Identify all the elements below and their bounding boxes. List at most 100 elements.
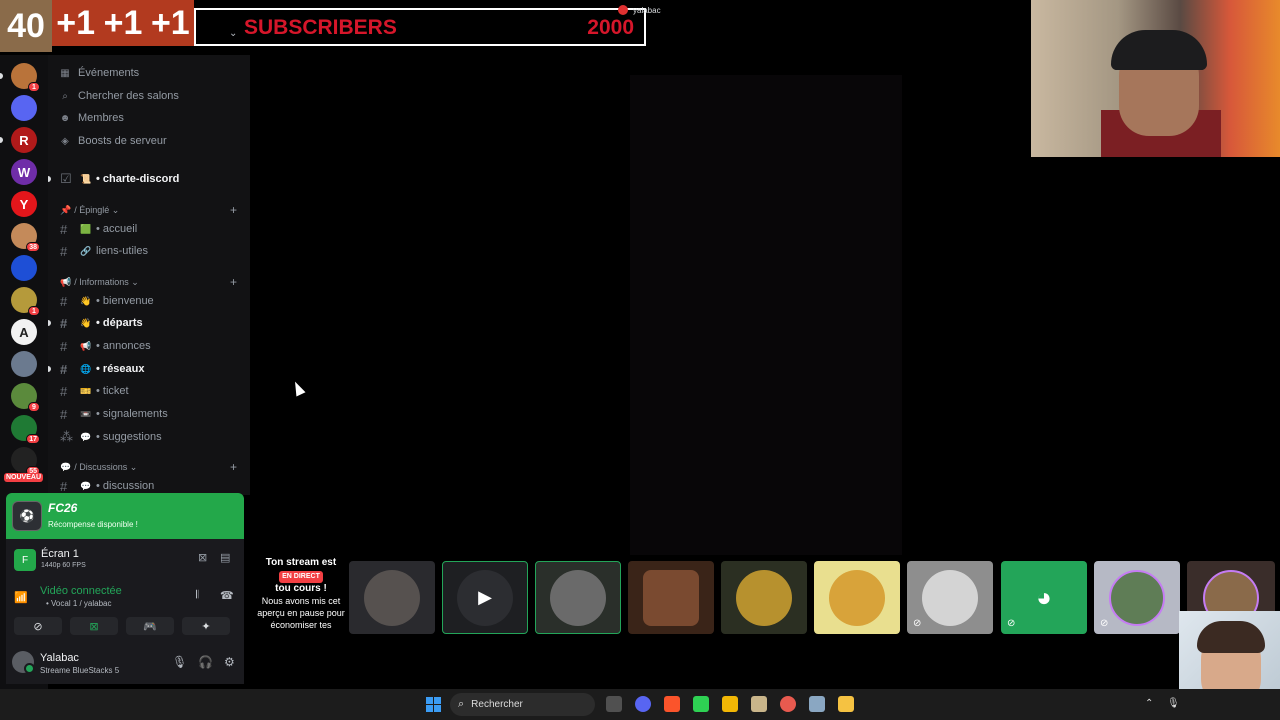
noise-suppression-icon[interactable]: 𝄃 (196, 589, 198, 602)
server-icon[interactable]: 1 (11, 287, 40, 316)
server-icon[interactable]: Y (11, 191, 37, 217)
subscribers-label: SUBSCRIBERS (244, 16, 397, 39)
server-icon[interactable] (11, 255, 37, 281)
subscriber-goal-box: ⌄ SUBSCRIBERS 2000 (194, 8, 646, 46)
gear-icon[interactable]: ⚙ (224, 655, 235, 669)
add-channel-icon[interactable]: + (230, 275, 237, 289)
add-channel-icon[interactable]: + (230, 203, 237, 217)
members-nav[interactable]: ☻ Membres (58, 109, 124, 127)
stop-stream-icon[interactable]: ⊠ (198, 551, 207, 564)
windows-taskbar: ⌕ Rechercher ⌃ 🎙 (0, 689, 1280, 720)
taskbar-search[interactable]: ⌕ Rechercher (450, 693, 595, 716)
activities-button[interactable]: 🎮 (126, 617, 174, 635)
category-informations[interactable]: 📢 / Informations ⌄ + (60, 275, 237, 289)
camera-off-icon: ⊘ (33, 620, 43, 633)
settings-taskbar-icon[interactable] (809, 696, 825, 712)
participant-tile[interactable] (721, 561, 807, 634)
stream-settings-icon[interactable]: ▤ (220, 551, 230, 564)
server-icon[interactable]: 17 (11, 415, 40, 444)
bluestacks-icon[interactable] (722, 696, 738, 712)
chevron-down-icon[interactable]: ⌄ (229, 28, 237, 39)
participant-tile[interactable]: ◕ ⊘ (1001, 561, 1087, 634)
file-explorer-icon[interactable] (838, 696, 854, 712)
channel-reseaux[interactable]: # 🌐 • réseaux (60, 360, 145, 378)
calendar-icon: ▦ (60, 67, 70, 79)
app-taskbar-icon[interactable] (780, 696, 796, 712)
members-icon: ☻ (59, 112, 71, 124)
soundboard-button[interactable]: ✦ (182, 617, 230, 635)
top-user-tag: yalabac (618, 5, 661, 15)
discord-taskbar-icon[interactable] (635, 696, 651, 712)
participant-tile[interactable] (814, 561, 900, 634)
server-icon[interactable]: W (11, 159, 37, 185)
stream-name: Écran 1 (41, 548, 79, 560)
server-icon[interactable]: R (11, 127, 37, 153)
brave-browser-icon[interactable] (664, 696, 680, 712)
windows-start-icon[interactable] (426, 697, 441, 712)
server-icon[interactable]: A (11, 319, 37, 345)
screen-share-button[interactable]: ⊠ (70, 617, 118, 635)
participant-tile[interactable]: ⊘ (907, 561, 993, 634)
microphone-icon[interactable]: 🎙 (1167, 698, 1180, 709)
server-icon[interactable]: 55 (11, 447, 40, 476)
chevron-down-icon: ⌄ (127, 461, 138, 472)
avatar (922, 569, 978, 626)
channel-departs[interactable]: # 👋 • départs (60, 314, 143, 332)
server-icon[interactable] (11, 95, 37, 121)
avatar (736, 569, 792, 626)
subscribers-count: 2000 (587, 16, 634, 39)
category-pinned[interactable]: 📌 / Épinglé ⌄ + (60, 203, 237, 217)
avatar (643, 569, 699, 626)
server-boosts-nav[interactable]: ◈ Boosts de serveur (58, 132, 167, 150)
channel-suggestions[interactable]: ⁂ 💬 • suggestions (60, 428, 162, 446)
participant-tile[interactable]: ⊘ (1094, 561, 1180, 634)
task-view-icon[interactable] (606, 696, 622, 712)
badge: 38 (26, 242, 40, 252)
add-channel-icon[interactable]: + (230, 460, 237, 474)
voice-status[interactable]: Vidéo connectée (40, 585, 122, 597)
participant-tile[interactable] (349, 561, 435, 634)
reward-promo-banner[interactable]: ⚽ FC26 Récompense disponible ! (6, 493, 244, 539)
participant-tile[interactable] (535, 561, 621, 634)
participant-tile[interactable]: ▶ (442, 561, 528, 634)
camera-off-button[interactable]: ⊘ (14, 617, 62, 635)
stream-preview-row[interactable]: F Écran 1 1440p 60 FPS ⊠ ▤ (14, 547, 234, 577)
soundboard-icon: ✦ (201, 620, 211, 633)
app-taskbar-icon[interactable] (693, 696, 709, 712)
channel-charte-discord[interactable]: ☑ 📜 • charte-discord (60, 170, 179, 188)
promo-subtitle: Récompense disponible ! (48, 520, 138, 529)
channel-signalements[interactable]: # 📼 • signalements (60, 405, 168, 423)
channel-liens-utiles[interactable]: # 🔗 liens-utiles (60, 242, 148, 260)
avatar (618, 5, 628, 15)
app-taskbar-icon[interactable] (751, 696, 767, 712)
search-icon: ⌕ (458, 698, 465, 710)
voice-channel[interactable]: • Vocal 1 / yalabac (46, 599, 112, 608)
emoji-icon: 📼 (80, 408, 92, 419)
search-icon: ⌕ (62, 90, 68, 102)
participant-tile[interactable] (628, 561, 714, 634)
channel-accueil[interactable]: # 🟩 • accueil (60, 220, 137, 238)
paused-preview-tile[interactable]: Ton stream est EN DIRECT tou cours ! Nou… (256, 557, 346, 635)
forum-icon: ⁂ (60, 429, 73, 444)
channel-ticket[interactable]: # 🎫 • ticket (60, 382, 129, 400)
server-icon[interactable]: 1 (11, 63, 40, 92)
badge: 1 (28, 306, 40, 316)
disconnect-icon[interactable]: ☎ (220, 589, 234, 602)
microphone-icon[interactable]: 🎙 (172, 655, 187, 669)
speech-bubble-icon: 💬 (60, 461, 72, 472)
headphones-icon[interactable]: 🎧 (198, 655, 213, 669)
channel-annonces[interactable]: # 📢 • annonces (60, 337, 151, 355)
avatar[interactable] (12, 651, 35, 674)
stream-video[interactable] (630, 75, 902, 555)
channel-bienvenue[interactable]: # 👋 • bienvenue (60, 292, 154, 310)
chevron-up-icon[interactable]: ⌃ (1145, 698, 1153, 709)
events-nav[interactable]: ▦ Événements (58, 64, 139, 82)
server-icon[interactable] (11, 351, 37, 377)
emoji-icon: 🟩 (80, 223, 92, 234)
browse-channels-nav[interactable]: ⌕ Chercher des salons (58, 87, 179, 105)
server-icon[interactable]: 9 (11, 383, 40, 412)
user-panel[interactable]: Yalabac Streame BlueStacks 5 🎙 🎧 ⚙ (12, 649, 238, 679)
server-icon[interactable]: 38 (11, 223, 40, 252)
category-discussions[interactable]: 💬 / Discussions ⌄ + (60, 460, 237, 474)
plus-one-bar: +1 +1 +1 (52, 0, 194, 46)
